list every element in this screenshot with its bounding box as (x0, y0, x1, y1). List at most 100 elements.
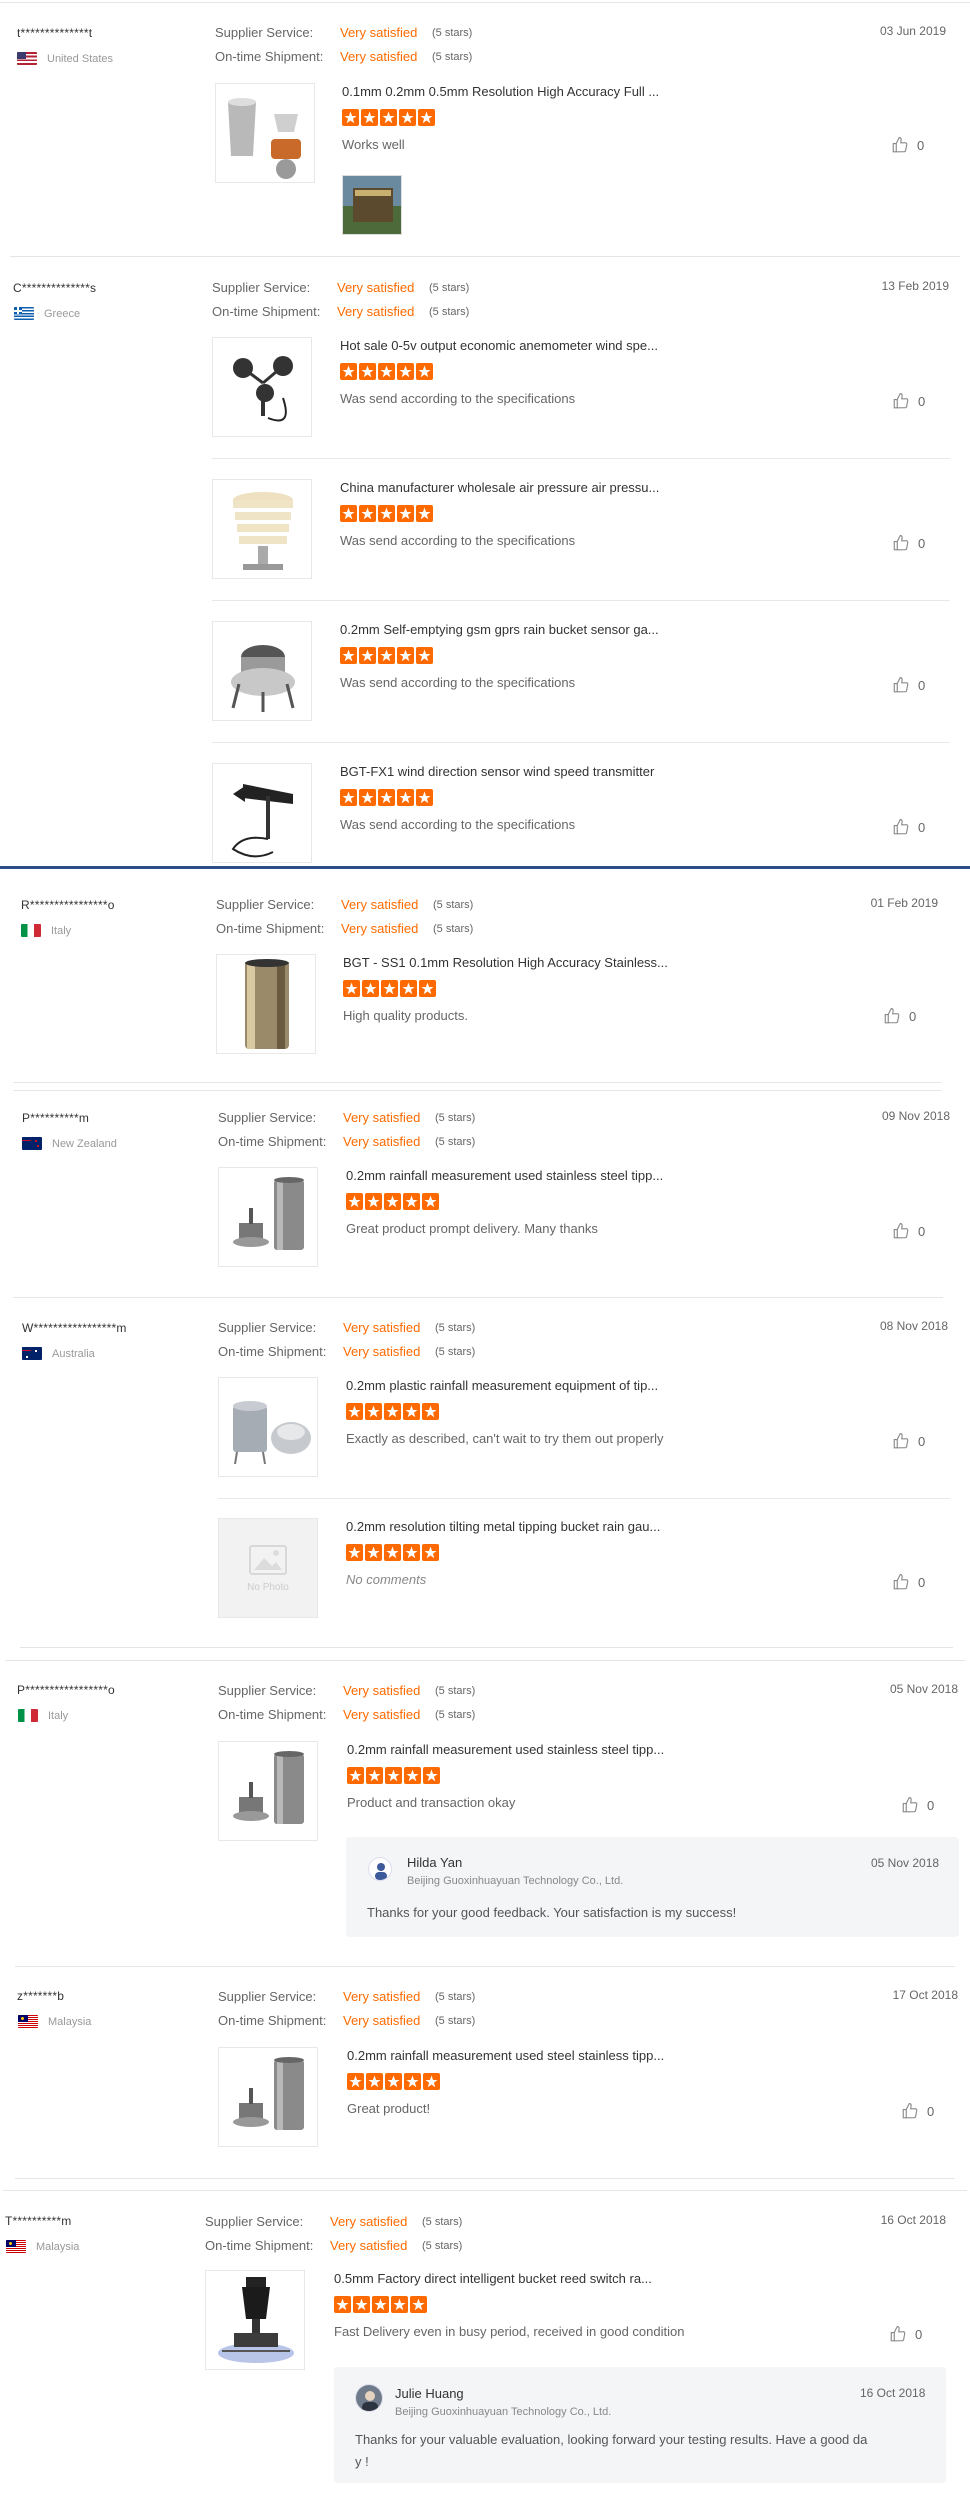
like-button[interactable]: 0 (892, 534, 925, 552)
review-comment: High quality products. (343, 1008, 469, 1023)
like-button[interactable]: 0 (892, 1573, 925, 1591)
like-count: 0 (918, 535, 926, 551)
product-name[interactable]: 0.5mm Factory direct intelligent bucket … (334, 2271, 652, 2286)
star-icon (359, 505, 376, 522)
review-comment: Great product! (347, 2101, 431, 2116)
buyer-country: Italy (18, 1709, 68, 1722)
like-button[interactable]: 0 (901, 2102, 934, 2120)
star-icon (372, 2296, 389, 2313)
product-name[interactable]: 0.2mm rainfall measurement used stainles… (347, 1742, 664, 1757)
rating-stars (340, 363, 433, 380)
star-icon (340, 789, 357, 806)
product-name[interactable]: 0.2mm rainfall measurement used steel st… (347, 2048, 664, 2063)
buyer-name: R****************o (21, 898, 115, 912)
seller-company: Beijing Guoxinhuayuan Technology Co., Lt… (407, 1875, 624, 1887)
product-name[interactable]: 0.2mm Self-emptying gsm gprs rain bucket… (340, 622, 659, 637)
like-button[interactable]: 0 (892, 392, 925, 410)
thumbs-up-icon (893, 818, 909, 835)
image-placeholder-icon (249, 1544, 287, 1575)
product-name[interactable]: 0.2mm resolution tilting metal tipping b… (346, 1519, 660, 1534)
product-thumbnail[interactable] (212, 479, 312, 579)
review-photo[interactable] (342, 175, 402, 235)
star-icon (347, 1767, 364, 1784)
like-button[interactable]: 0 (892, 818, 925, 836)
star-icon (404, 1767, 421, 1784)
star-icon (384, 1544, 401, 1561)
supplier-service-label: Supplier Service: (216, 897, 315, 912)
like-button[interactable]: 0 (889, 2325, 922, 2343)
supplier-service-row: Supplier Service: Very satisfied (5 star… (216, 897, 473, 912)
supplier-service-label: Supplier Service: (205, 2214, 304, 2229)
product-thumbnail[interactable] (212, 763, 312, 863)
star-icon (381, 980, 398, 997)
like-count: 0 (918, 1433, 926, 1449)
ontime-shipment-label: On-time Shipment: (218, 1344, 327, 1359)
thumbs-up-icon (893, 1222, 909, 1239)
product-name[interactable]: BGT - SS1 0.1mm Resolution High Accuracy… (343, 955, 668, 970)
star-icon (384, 1403, 401, 1420)
product-name[interactable]: Hot sale 0-5v output economic anemometer… (340, 338, 658, 353)
star-icon (346, 1403, 363, 1420)
star-icon (346, 1193, 363, 1210)
buyer-country: United States (17, 52, 113, 65)
star-icon (366, 2073, 383, 2090)
buyer-name: P*****************o (17, 1683, 115, 1697)
supplier-service-stars: (5 stars) (435, 1684, 476, 1697)
supplier-service-stars: (5 stars) (429, 281, 470, 294)
like-button[interactable]: 0 (901, 1796, 934, 1814)
like-button[interactable]: 0 (892, 1432, 925, 1450)
review-comment: Product and transaction okay (347, 1795, 516, 1810)
product-name[interactable]: 0.2mm plastic rainfall measurement equip… (346, 1378, 658, 1393)
review-comment: Was send according to the specifications (340, 817, 576, 832)
product-thumbnail[interactable] (215, 83, 315, 183)
thumbs-up-icon (902, 1796, 918, 1813)
product-name[interactable]: 0.2mm rainfall measurement used stainles… (346, 1168, 663, 1183)
star-icon (416, 647, 433, 664)
buyer-country: Malaysia (6, 2240, 79, 2253)
star-icon (362, 980, 379, 997)
like-button[interactable]: 0 (892, 676, 925, 694)
star-icon (418, 109, 435, 126)
buyer-name: P**********m (22, 1111, 90, 1125)
like-count: 0 (918, 393, 926, 409)
product-name[interactable]: BGT-FX1 wind direction sensor wind speed… (340, 764, 654, 779)
italy-flag-icon (18, 1709, 38, 1722)
product-thumbnail[interactable] (218, 1741, 318, 1841)
ontime-shipment-value: Very satisfied (341, 921, 419, 936)
product-thumbnail[interactable] (212, 621, 312, 721)
ontime-shipment-stars: (5 stars) (433, 922, 474, 935)
product-thumbnail[interactable] (216, 954, 316, 1054)
review-date: 01 Feb 2019 (870, 896, 938, 910)
star-icon (397, 505, 414, 522)
ontime-shipment-value: Very satisfied (330, 2238, 408, 2253)
star-icon (380, 109, 397, 126)
buyer-country: Italy (21, 924, 71, 937)
ontime-shipment-row: On-time Shipment: Very satisfied (5 star… (205, 2238, 462, 2253)
product-thumbnail-placeholder[interactable]: No Photo (218, 1518, 318, 1618)
product-thumbnail[interactable] (205, 2270, 305, 2370)
reply-text-line: Thanks for your valuable evaluation, loo… (355, 2432, 868, 2447)
product-name[interactable]: China manufacturer wholesale air pressur… (340, 480, 659, 495)
product-thumbnail[interactable] (218, 1377, 318, 1477)
product-name[interactable]: 0.1mm 0.2mm 0.5mm Resolution High Accura… (342, 84, 659, 99)
buyer-country: Australia (22, 1347, 95, 1360)
like-count: 0 (918, 819, 926, 835)
like-button[interactable]: 0 (892, 1222, 925, 1240)
review-date: 09 Nov 2018 (881, 1109, 950, 1123)
star-icon (378, 789, 395, 806)
product-thumbnail[interactable] (212, 337, 312, 437)
star-icon (419, 980, 436, 997)
product-thumbnail[interactable] (218, 1167, 318, 1267)
star-icon (410, 2296, 427, 2313)
review-separator (15, 1966, 955, 1967)
star-icon (340, 363, 357, 380)
like-button[interactable]: 0 (883, 1007, 916, 1025)
supplier-service-row: Supplier Service: Very satisfied (5 star… (215, 25, 472, 40)
buyer-country: Greece (14, 307, 80, 320)
star-icon (422, 1544, 439, 1561)
item-separator (212, 458, 950, 459)
product-thumbnail[interactable] (218, 2047, 318, 2147)
like-button[interactable]: 0 (891, 136, 924, 154)
supplier-service-stars: (5 stars) (432, 26, 473, 39)
review-date: 13 Feb 2019 (881, 279, 949, 293)
